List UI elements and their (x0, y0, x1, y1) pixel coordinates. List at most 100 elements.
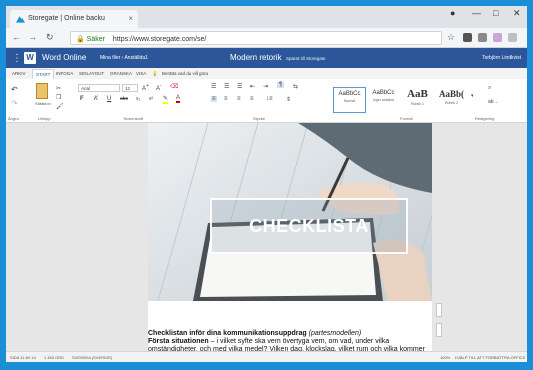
zoom-level[interactable]: 100% (440, 355, 450, 360)
minimize-icon[interactable]: — (472, 8, 481, 18)
profile-icon[interactable]: ● (450, 8, 455, 18)
paragraph-spacing-icon[interactable]: ⇕ (286, 96, 291, 103)
scroll-button[interactable] (436, 303, 442, 317)
style-heading-2[interactable]: AaBb( Rubrik 2 (435, 87, 468, 113)
breadcrumb[interactable]: Mina filer › Anställda1 (100, 55, 148, 61)
app-header: ⋮⋮ W Word Online Mina filer › Anställda1… (6, 48, 527, 68)
tab-strip: Storegate | Online backu × ● — □ ✕ (6, 6, 527, 28)
word-logo-icon: W (24, 52, 36, 64)
style-name: Normal (343, 99, 356, 103)
extension-icon[interactable] (463, 33, 472, 42)
show-marks-icon[interactable]: ¶ (277, 82, 285, 88)
align-center-icon[interactable]: ≡ (224, 96, 228, 102)
grow-font-icon[interactable]: A+ (142, 83, 149, 92)
tab-visa[interactable]: VISA (136, 71, 146, 76)
style-sample: AaBbCc (372, 90, 395, 96)
secure-label: Säker (86, 36, 105, 43)
tab-granska[interactable]: GRANSKA (110, 71, 132, 76)
help-improve-link[interactable]: HJÄLP TILL ATT FÖRBÄTTRA OFFICE (455, 355, 525, 360)
language[interactable]: SVENSKA (SVERIGE) (72, 355, 112, 360)
superscript-icon[interactable]: x² (149, 96, 153, 102)
extension-icon[interactable] (493, 33, 502, 42)
align-right-icon[interactable]: ≡ (237, 96, 241, 102)
style-name: Inget avstånd (372, 98, 394, 102)
font-size-select[interactable]: 12 (122, 84, 138, 92)
tell-me-input[interactable]: Berätta vad du vill göra (162, 71, 208, 76)
group-label-styles: Format (400, 116, 413, 121)
menu-icon[interactable] (508, 33, 517, 42)
underline-icon[interactable]: U (107, 96, 111, 102)
clear-format-icon[interactable]: ⌫ (170, 83, 178, 90)
font-name-select[interactable]: Arial (78, 84, 120, 92)
highlight-icon[interactable]: ✎ (163, 95, 169, 104)
back-arrow-icon[interactable]: ← (12, 32, 21, 42)
multilevel-list-icon[interactable]: ☰ (237, 83, 242, 90)
increase-indent-icon[interactable]: ⇥ (263, 83, 268, 90)
subscript-icon[interactable]: x₂ (136, 96, 140, 102)
strikethrough-icon[interactable]: abc (120, 96, 128, 102)
tab-sidlayout[interactable]: SIDLAYOUT (79, 71, 104, 76)
header-photo[interactable]: CHECKLISTA (148, 123, 432, 301)
extension-icon[interactable] (478, 33, 487, 42)
style-name: Rubrik 1 (410, 102, 425, 106)
style-name: Rubrik 2 (444, 101, 459, 105)
forward-arrow-icon[interactable]: → (28, 32, 37, 42)
page-count: SIDA 11 AV 14 (10, 355, 36, 360)
maximize-icon[interactable]: □ (493, 8, 498, 18)
find-icon[interactable]: ⌕ (488, 85, 491, 92)
style-no-spacing[interactable]: AaBbCc Inget avstånd (367, 87, 400, 113)
app-name[interactable]: Word Online (42, 53, 86, 62)
url-text: https://www.storegate.com/se/ (112, 36, 207, 43)
format-painter-icon[interactable]: 🖌 (56, 103, 64, 110)
subheading-text: Första situationen (148, 338, 209, 345)
copy-icon[interactable]: ❐ (56, 94, 61, 101)
tab-arkiv[interactable]: ARKIV (12, 71, 26, 76)
paste-label[interactable]: Klistra in (32, 101, 54, 106)
document-page[interactable]: CHECKLISTA Checklistan inför dina kommun… (148, 123, 432, 351)
save-status: Sparat till Storegate (286, 56, 326, 61)
font-color-icon[interactable]: A (176, 95, 181, 103)
bullets-icon[interactable]: ☰ (211, 83, 216, 90)
numbering-icon[interactable]: ☰ (224, 83, 229, 90)
group-label-clipboard: Urklipp (38, 116, 51, 121)
undo-icon[interactable]: ↶ (11, 85, 18, 94)
bookmark-star-icon[interactable]: ☆ (447, 32, 455, 43)
redo-icon[interactable]: ↷ (11, 99, 18, 108)
close-window-icon[interactable]: ✕ (513, 8, 521, 19)
replace-icon[interactable]: ab→ (488, 99, 499, 105)
shrink-font-icon[interactable]: A- (156, 83, 162, 92)
group-label-undo: Ångra (8, 116, 19, 121)
heading-text: Checklistan inför dina kommunikationsupp… (148, 330, 307, 337)
url-input[interactable]: 🔒 Säker https://www.storegate.com/se/ (70, 31, 442, 45)
checklista-banner: CHECKLISTA (210, 198, 408, 254)
line-spacing-icon[interactable]: ↕≡ (266, 96, 273, 102)
align-left-icon[interactable]: ≡ (211, 96, 217, 102)
address-bar: ← → ↻ 🔒 Säker https://www.storegate.com/… (6, 28, 527, 48)
tab-infoga[interactable]: INFOGA (56, 71, 73, 76)
paste-icon[interactable] (36, 83, 48, 99)
styles-more-icon[interactable]: ▾ (471, 93, 474, 99)
style-normal[interactable]: AaBbCc Normal (333, 87, 366, 113)
style-sample: AaB (407, 88, 428, 100)
document-text[interactable]: Checklistan inför dina kommunikationsupp… (148, 330, 432, 351)
lightbulb-icon: 💡 (152, 71, 158, 76)
user-name[interactable]: Torbjörn Lindkvist (482, 55, 521, 61)
document-title[interactable]: Modern retorik (230, 53, 282, 62)
close-tab-icon[interactable]: × (128, 14, 133, 23)
scroll-button[interactable] (436, 323, 442, 337)
italic-icon[interactable]: K (94, 96, 98, 102)
text-direction-icon[interactable]: ⇆ (293, 83, 298, 90)
group-label-editing: Redigering (475, 116, 495, 121)
browser-tab[interactable]: Storegate | Online backu × (10, 10, 138, 28)
style-heading-1[interactable]: AaB Rubrik 1 (401, 87, 434, 113)
justify-icon[interactable]: ≡ (250, 96, 254, 102)
bold-icon[interactable]: F (80, 96, 84, 102)
decrease-indent-icon[interactable]: ⇤ (250, 83, 255, 90)
cut-icon[interactable]: ✂ (56, 85, 61, 92)
document-canvas[interactable]: CHECKLISTA Checklistan inför dina kommun… (6, 123, 527, 351)
reload-icon[interactable]: ↻ (46, 32, 54, 43)
style-sample: AaBb( (438, 89, 464, 99)
tab-start[interactable]: START (32, 69, 55, 79)
lock-icon: 🔒 (76, 36, 85, 43)
tab-title: Storegate | Online backu (28, 15, 105, 22)
